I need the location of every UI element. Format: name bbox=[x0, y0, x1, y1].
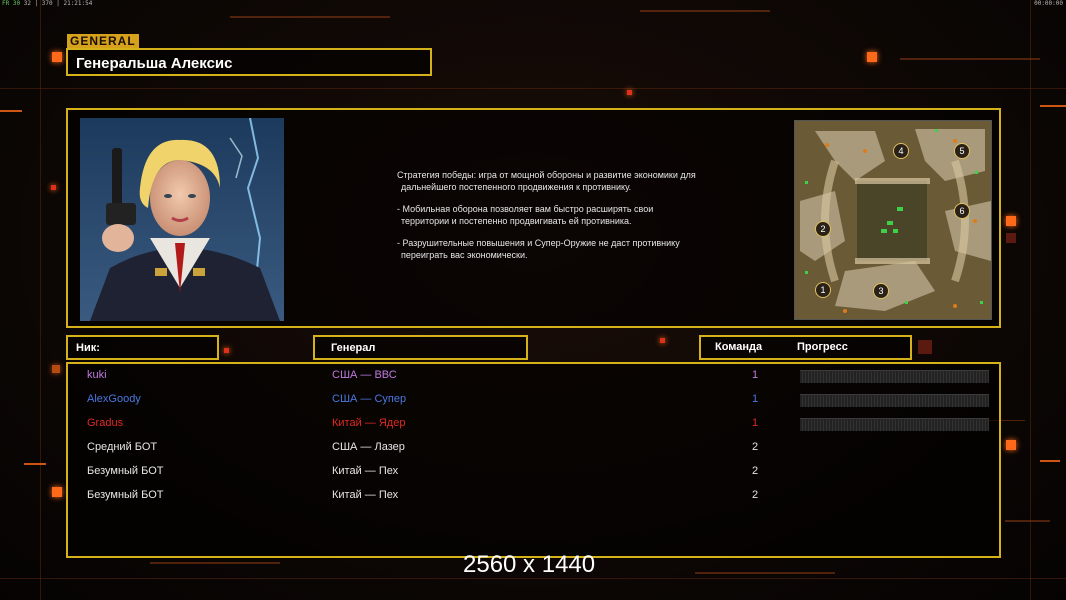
nick-header-label: Ник: bbox=[76, 342, 100, 354]
player-row: Безумный БОТ Китай — Пех 2 bbox=[68, 487, 1003, 511]
strategy-point: - Мобильная оборона позволяет вам быстро… bbox=[397, 204, 654, 226]
grid-line bbox=[0, 110, 22, 112]
hud-stats: 32 | 370 | 21:21:54 bbox=[23, 0, 93, 7]
strategy-description: Стратегия победы: игра от мощной обороны… bbox=[397, 170, 697, 272]
grid-line bbox=[1030, 0, 1031, 600]
strategy-summary: Стратегия победы: игра от мощной обороны… bbox=[397, 170, 696, 192]
player-general: США — Лазер bbox=[332, 441, 405, 453]
start-position-marker: 6 bbox=[954, 203, 970, 219]
player-row: AlexGoody США — Супер 1 bbox=[68, 391, 1003, 415]
player-team: 2 bbox=[751, 441, 759, 453]
loading-progress-bar bbox=[800, 394, 989, 407]
player-nick: Безумный БОТ bbox=[87, 465, 164, 477]
fps-counter: FR 30 32 | 370 | 21:21:54 bbox=[2, 0, 92, 7]
player-team: 1 bbox=[751, 417, 759, 429]
grid-line bbox=[640, 10, 770, 12]
start-position-marker: 1 bbox=[815, 282, 831, 298]
general-header-label: Генерал bbox=[331, 342, 376, 354]
player-nick: kuki bbox=[87, 369, 107, 381]
column-header-nick: Ник: bbox=[66, 335, 219, 360]
glow-square bbox=[867, 52, 877, 62]
general-name-box: Генеральша Алексис bbox=[66, 48, 432, 76]
player-row: Средний БОТ США — Лазер 2 bbox=[68, 439, 1003, 463]
player-nick: Средний БОТ bbox=[87, 441, 158, 453]
column-header-team-progress: Команда Прогресс bbox=[699, 335, 912, 360]
grid-line bbox=[1040, 460, 1060, 462]
glow-square bbox=[627, 90, 632, 95]
player-general: США — Супер bbox=[332, 393, 407, 405]
player-team: 1 bbox=[751, 393, 759, 405]
grid-line bbox=[40, 0, 41, 600]
glow-square bbox=[1006, 440, 1016, 450]
glow-square bbox=[52, 52, 62, 62]
player-row: kuki США — ВВС 1 bbox=[68, 367, 1003, 391]
start-position-marker: 3 bbox=[873, 283, 889, 299]
resolution-label: 2560 x 1440 bbox=[463, 551, 596, 578]
player-row: Gradus Китай — Ядер 1 bbox=[68, 415, 1003, 439]
grid-line bbox=[695, 572, 835, 574]
grid-line bbox=[230, 16, 390, 18]
player-general: Китай — Пех bbox=[332, 465, 399, 477]
strategy-point: - Разрушительные повышения и Супер-Оружи… bbox=[397, 238, 680, 260]
start-position-marker: 2 bbox=[815, 221, 831, 237]
player-row: Безумный БОТ Китай — Пех 2 bbox=[68, 463, 1003, 487]
column-header-general: Генерал bbox=[313, 335, 528, 360]
glow-square bbox=[660, 338, 665, 343]
grid-line bbox=[1005, 520, 1050, 522]
player-general: Китай — Пех bbox=[332, 489, 399, 501]
player-team: 2 bbox=[751, 489, 759, 501]
glow-square bbox=[52, 487, 62, 497]
glow-square bbox=[52, 365, 60, 373]
grid-line bbox=[1040, 105, 1066, 107]
player-nick: AlexGoody bbox=[87, 393, 141, 405]
player-nick: Gradus bbox=[87, 417, 124, 429]
progress-header-label: Прогресс bbox=[797, 341, 848, 353]
start-position-marker: 4 bbox=[893, 143, 909, 159]
general-portrait bbox=[80, 118, 284, 321]
general-tag: GENERAL bbox=[67, 34, 139, 48]
general-name: Генеральша Алексис bbox=[76, 55, 233, 72]
loading-progress-bar bbox=[800, 370, 989, 383]
grid-line bbox=[24, 463, 46, 465]
grid-line bbox=[150, 562, 280, 564]
dim-square bbox=[1006, 233, 1016, 243]
loading-progress-bar bbox=[800, 418, 989, 431]
player-team: 1 bbox=[751, 369, 759, 381]
player-team: 2 bbox=[751, 465, 759, 477]
start-position-marker: 5 bbox=[954, 143, 970, 159]
game-clock: 00:00:00 bbox=[1034, 0, 1063, 7]
grid-line bbox=[900, 58, 1040, 60]
fps-value: 30 bbox=[12, 0, 21, 7]
dim-square bbox=[918, 340, 932, 354]
glow-square bbox=[224, 348, 229, 353]
players-panel: kuki США — ВВС 1 AlexGoody США — Супер 1 Gradu… bbox=[66, 362, 1001, 558]
grid-line bbox=[0, 88, 1066, 89]
player-general: Китай — Ядер bbox=[332, 417, 406, 429]
glow-square bbox=[1006, 216, 1016, 226]
glow-square bbox=[51, 185, 56, 190]
fps-label: FR bbox=[2, 0, 10, 7]
player-nick: Безумный БОТ bbox=[87, 489, 164, 501]
player-general: США — ВВС bbox=[332, 369, 397, 381]
map-preview: 1 2 3 4 5 6 bbox=[794, 120, 992, 320]
team-header-label: Команда bbox=[715, 341, 763, 353]
